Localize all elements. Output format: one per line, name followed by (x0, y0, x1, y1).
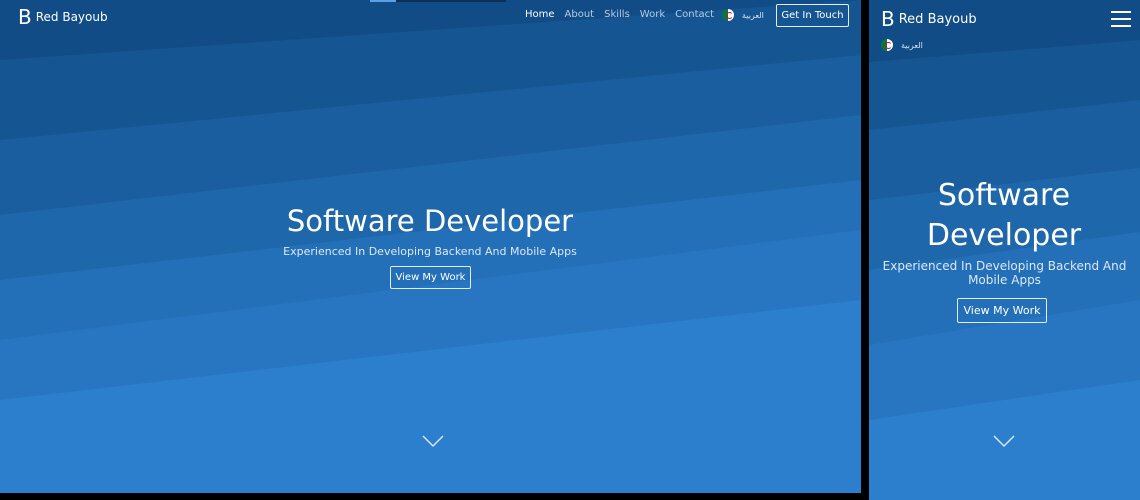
hero-title-mobile: Software Developer (926, 178, 1082, 253)
brand-logo-mobile[interactable]: B Red Bayoub (881, 7, 977, 31)
algeria-flag-icon (722, 9, 734, 21)
logo-mark-mobile: B (881, 7, 895, 31)
nav-item-about[interactable]: About (565, 9, 595, 20)
top-indicator-track (396, 0, 506, 2)
chevron-down-icon[interactable] (422, 434, 444, 448)
mobile-view: B Red Bayoub العربية Software Developer … (869, 0, 1140, 500)
view-my-work-button-mobile[interactable]: View My Work (957, 298, 1047, 323)
brand-name-mobile: Red Bayoub (898, 11, 977, 27)
language-label: العربية (742, 10, 764, 20)
nav-item-work[interactable]: Work (640, 9, 665, 20)
language-label-mobile: العربية (901, 40, 923, 50)
view-my-work-button[interactable]: View My Work (390, 266, 471, 289)
hamburger-menu-icon[interactable] (1111, 11, 1131, 27)
logo-mark: B (18, 5, 32, 29)
hero-title: Software Developer (286, 204, 574, 238)
nav-item-contact[interactable]: Contact (675, 9, 714, 20)
language-switcher[interactable]: العربية (722, 9, 764, 21)
desktop-view: B Red Bayoub Home About Skills Work Cont… (0, 0, 861, 493)
language-switcher-mobile[interactable]: العربية (881, 39, 923, 51)
hero-subtitle-mobile: Experienced In Developing Backend And Mo… (882, 259, 1127, 287)
top-indicator (370, 0, 396, 2)
brand-name: Red Bayoub (35, 10, 108, 24)
nav-item-skills[interactable]: Skills (604, 9, 630, 20)
get-in-touch-button[interactable]: Get In Touch (776, 4, 849, 27)
nav-item-home[interactable]: Home (525, 9, 555, 20)
algeria-flag-icon (881, 39, 893, 51)
chevron-down-icon[interactable] (993, 434, 1015, 448)
brand-logo[interactable]: B Red Bayoub (18, 5, 108, 29)
hero-subtitle: Experienced In Developing Backend And Mo… (283, 245, 577, 258)
main-nav: Home About Skills Work Contact (525, 9, 714, 20)
